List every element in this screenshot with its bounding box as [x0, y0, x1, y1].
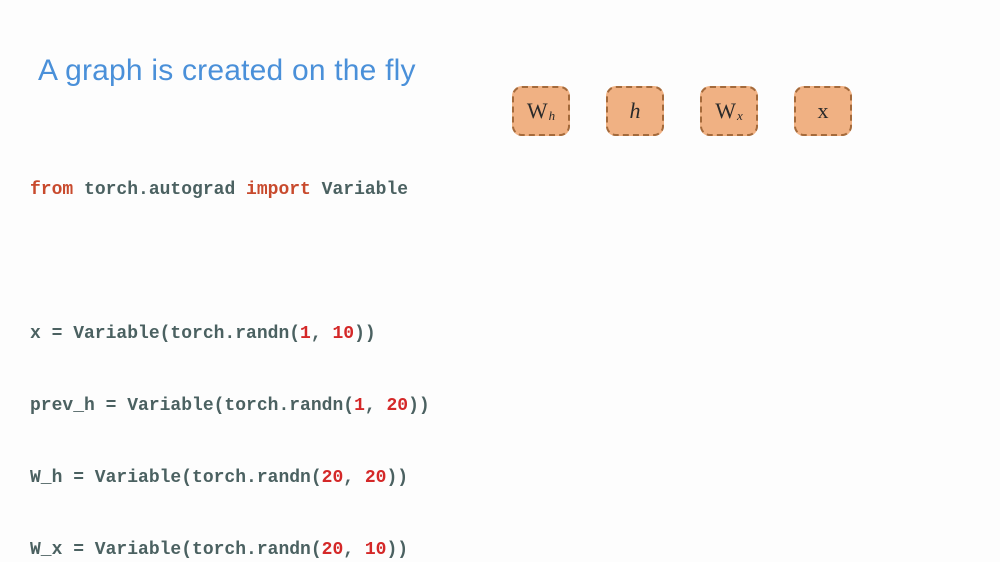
code-line-x: x = Variable(torch.randn(1, 10)) — [30, 322, 430, 346]
node-w-x: Wx — [700, 86, 758, 136]
code-class: Variable — [311, 180, 408, 200]
graph-nodes: Wh h Wx x — [512, 86, 852, 136]
code-line-import: from torch.autograd import Variable — [30, 178, 430, 202]
node-x: x — [794, 86, 852, 136]
code-module: torch.autograd — [73, 180, 246, 200]
node-label: x — [818, 98, 829, 124]
node-label: W — [527, 98, 548, 124]
code-blank-line — [30, 250, 430, 274]
code-line-w-h: W_h = Variable(torch.randn(20, 20)) — [30, 466, 430, 490]
node-subscript: x — [737, 108, 743, 124]
node-label: h — [630, 98, 641, 124]
node-label: W — [715, 98, 736, 124]
code-block: from torch.autograd import Variable x = … — [30, 130, 430, 562]
node-w-h: Wh — [512, 86, 570, 136]
node-h: h — [606, 86, 664, 136]
code-line-prev-h: prev_h = Variable(torch.randn(1, 20)) — [30, 394, 430, 418]
page-title: A graph is created on the fly — [38, 54, 416, 88]
node-subscript: h — [549, 108, 556, 124]
slide: A graph is created on the fly from torch… — [0, 0, 1000, 562]
kw-import: import — [246, 180, 311, 200]
code-line-w-x: W_x = Variable(torch.randn(20, 10)) — [30, 538, 430, 562]
kw-from: from — [30, 180, 73, 200]
